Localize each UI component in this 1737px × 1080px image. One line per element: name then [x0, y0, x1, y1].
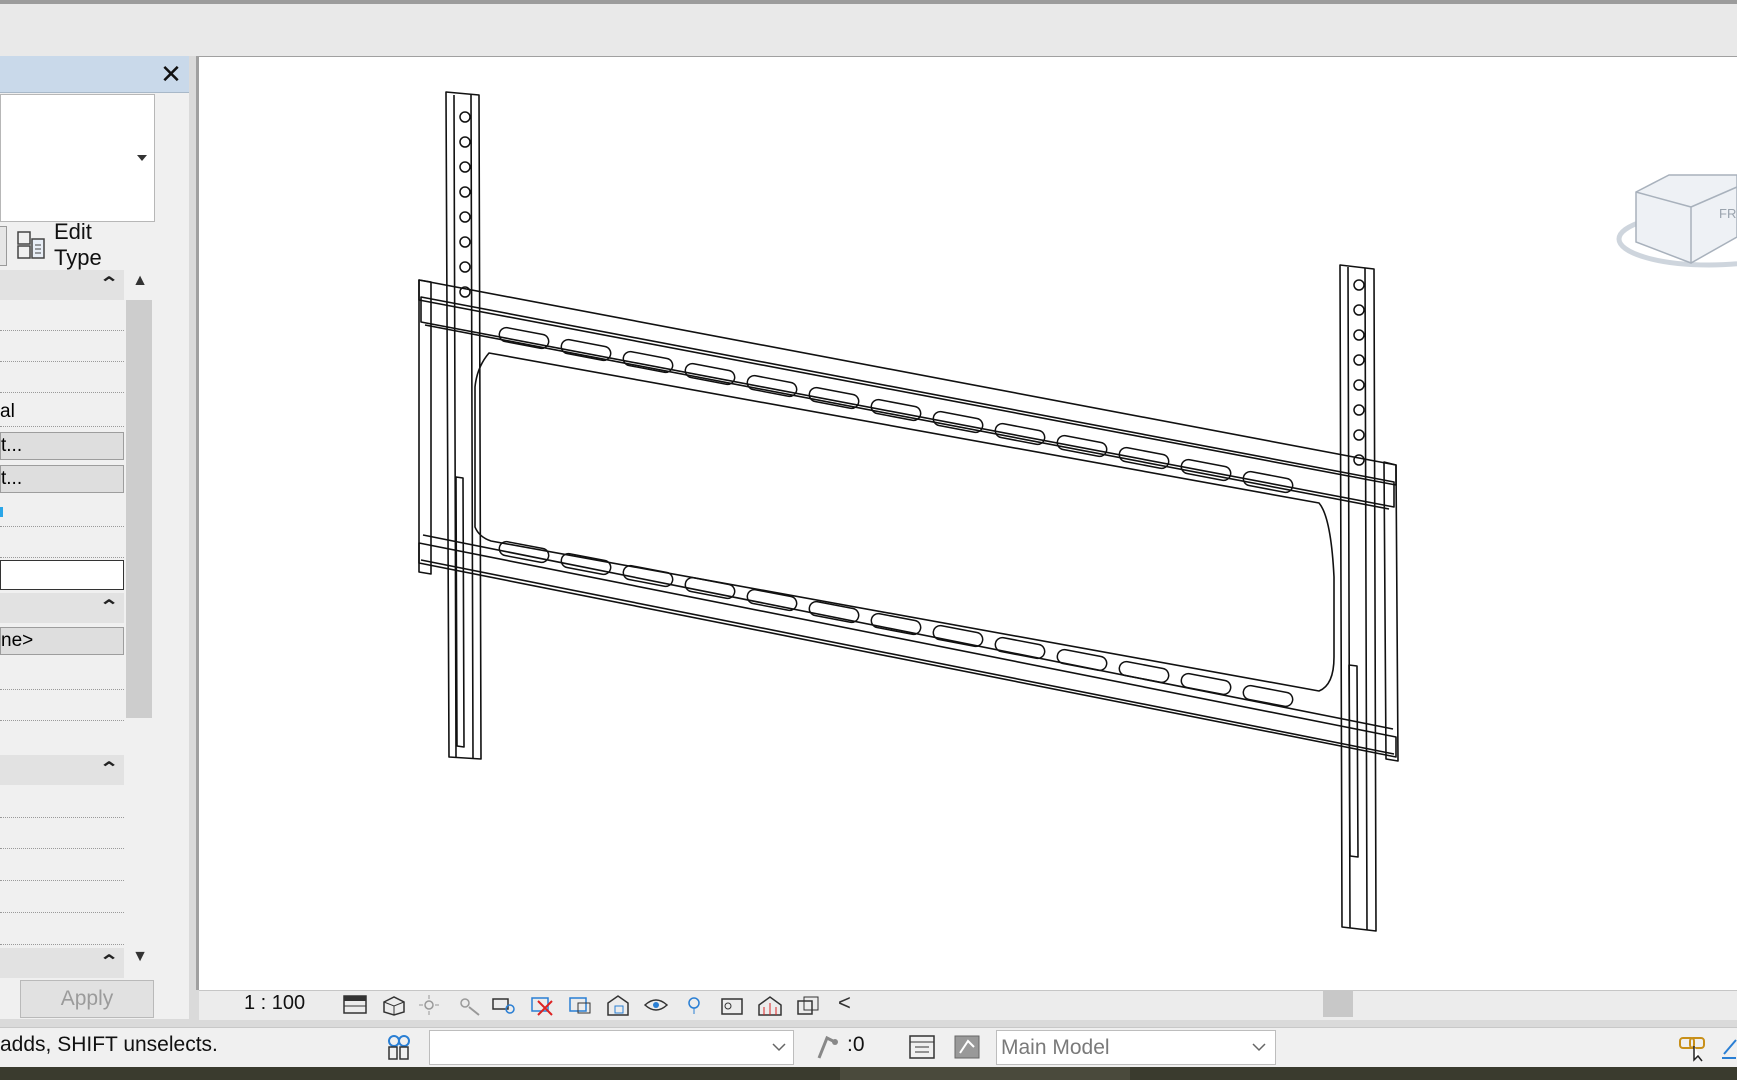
property-row[interactable] — [0, 659, 124, 690]
show-rendering-icon[interactable] — [490, 993, 518, 1017]
group-header-materials[interactable]: ⌃ — [0, 593, 124, 623]
show-crop-region-icon[interactable] — [566, 993, 594, 1017]
reveal-hidden-icon[interactable] — [680, 993, 708, 1017]
property-input[interactable] — [0, 560, 124, 590]
active-workset-select[interactable] — [429, 1030, 794, 1065]
design-options-icon[interactable] — [952, 1033, 982, 1061]
collapse-icon[interactable]: ⌃ — [99, 759, 119, 779]
edit-type-label: Edit Type — [54, 219, 102, 270]
property-row[interactable] — [0, 300, 124, 331]
property-row[interactable] — [0, 818, 124, 849]
press-drag-icon[interactable] — [813, 1032, 843, 1062]
scroll-up-icon[interactable]: ▲ — [126, 272, 154, 296]
collapse-icon[interactable]: ⌃ — [99, 597, 119, 617]
group-header-dimensions[interactable]: ⌃ — [0, 755, 124, 785]
show-analytical-model-icon[interactable] — [756, 993, 784, 1017]
taskbar-strip-segment — [840, 1067, 1130, 1080]
collapse-icon[interactable]: ⌃ — [99, 274, 119, 294]
status-bar — [0, 1027, 1737, 1068]
close-icon[interactable]: ✕ — [157, 60, 185, 88]
unlock-3d-view-icon[interactable] — [604, 993, 632, 1017]
detail-level-icon[interactable] — [341, 993, 369, 1017]
group-header-identity[interactable]: ⌃ — [0, 948, 124, 978]
view-cube[interactable]: FR — [1616, 174, 1737, 268]
chevron-down-icon[interactable] — [772, 1042, 786, 1052]
chevron-down-icon[interactable] — [1252, 1042, 1266, 1052]
temporary-hide-icon[interactable] — [642, 993, 670, 1017]
property-row[interactable] — [0, 690, 124, 721]
property-row[interactable] — [0, 527, 124, 558]
material-value-button[interactable]: ne> — [0, 627, 124, 655]
select-links-icon[interactable] — [1678, 1032, 1710, 1062]
select-underlay-icon[interactable] — [1720, 1032, 1737, 1062]
edit-type-button[interactable]: Edit Type — [16, 219, 144, 270]
properties-filter-button[interactable] — [0, 226, 7, 266]
property-row[interactable] — [0, 850, 124, 881]
property-value-button[interactable]: t... — [0, 465, 124, 493]
temporary-view-properties-icon[interactable] — [718, 993, 746, 1017]
horizontal-scrollbar-thumb[interactable] — [1323, 990, 1353, 1017]
tv-wall-mount-model[interactable]: FR — [199, 57, 1737, 987]
view-scale[interactable]: 1 : 100 — [244, 992, 305, 1015]
property-value-button[interactable]: t... — [0, 432, 124, 460]
apply-button[interactable]: Apply — [20, 980, 154, 1018]
property-row[interactable] — [0, 362, 124, 393]
sun-path-icon[interactable] — [417, 993, 445, 1017]
collapse-toolbar-icon[interactable]: < — [838, 990, 851, 1016]
type-selector[interactable] — [0, 94, 155, 222]
property-row[interactable] — [0, 496, 124, 527]
link-marker-icon — [0, 506, 3, 517]
press-drag-count: :0 — [847, 1033, 865, 1056]
visual-style-icon[interactable] — [380, 993, 408, 1017]
worksets-icon[interactable] — [384, 1032, 414, 1062]
collapse-icon[interactable]: ⌃ — [99, 952, 119, 972]
property-row[interactable] — [0, 331, 124, 362]
group-header-constraints[interactable]: ⌃ — [0, 270, 124, 300]
property-row[interactable] — [0, 882, 124, 913]
status-message: adds, SHIFT unselects. — [0, 1033, 218, 1056]
edit-type-icon — [17, 231, 45, 259]
property-row[interactable]: al — [0, 396, 124, 427]
chevron-down-icon[interactable] — [136, 152, 148, 164]
scrollbar-thumb[interactable] — [126, 300, 152, 718]
ribbon-area — [0, 0, 1737, 56]
view-cube-face-label: FR — [1719, 206, 1736, 221]
crop-view-icon[interactable] — [528, 993, 556, 1017]
property-row[interactable] — [0, 914, 124, 945]
shadows-icon[interactable] — [455, 993, 483, 1017]
highlight-displacement-icon[interactable] — [794, 993, 822, 1017]
design-option-select[interactable]: Main Model — [996, 1030, 1276, 1065]
editing-requests-icon[interactable] — [907, 1033, 937, 1061]
scroll-down-icon[interactable]: ▼ — [126, 948, 154, 972]
property-row[interactable] — [0, 787, 124, 818]
